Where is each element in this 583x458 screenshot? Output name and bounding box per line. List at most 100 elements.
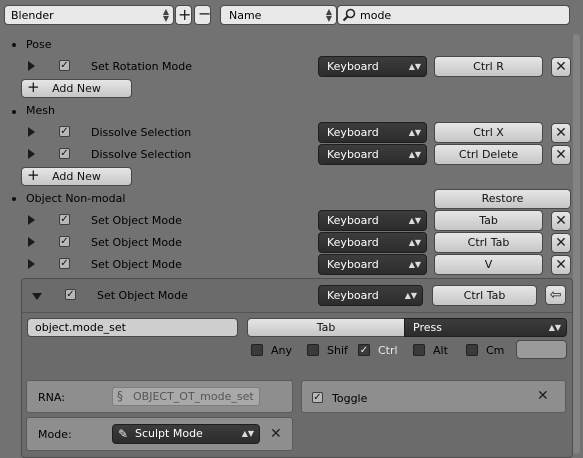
input-type-label: Keyboard [327,236,379,249]
mode-dropdown[interactable]: ✎ Sculpt Mode ▲▼ [112,424,260,444]
restore-button[interactable]: Restore [434,189,571,209]
remove-item-button[interactable]: ✕ [551,233,571,253]
filter-type-dropdown[interactable]: Name ▲ ▼ [220,5,337,25]
expand-triangle-icon[interactable] [28,61,35,71]
chevron-updown-icon: ▲▼ [162,7,169,23]
keymap-item-name: Set Rotation Mode [91,60,193,73]
rna-icon: § [117,389,123,403]
keymap-item-name: Set Object Mode [91,258,182,271]
key-binding-button[interactable]: Ctrl X [434,122,543,143]
key-modifier-field[interactable] [516,340,567,359]
alt-modifier-checkbox[interactable] [413,344,425,356]
section-title-pose: Pose [26,38,52,51]
collapse-triangle-icon[interactable] [32,293,42,300]
expand-triangle-icon[interactable] [28,149,35,159]
close-icon: ✕ [555,59,567,75]
close-icon[interactable]: ✕ [537,388,549,404]
expand-triangle-icon[interactable] [28,127,35,137]
input-type-dropdown[interactable]: Keyboard ▲▼ [318,285,423,306]
chevron-updown-icon: ▲▼ [408,128,421,137]
ctrl-modifier-checkbox[interactable]: ✓ [358,344,370,356]
remove-preset-button[interactable]: − [194,4,211,25]
enable-checkbox[interactable]: ✓ [59,214,70,225]
close-icon: ✕ [555,125,567,141]
enable-checkbox[interactable]: ✓ [59,148,70,159]
scrollbar-thumb[interactable] [573,34,580,454]
enable-checkbox[interactable]: ✓ [59,236,70,247]
section-title-object: Object Non-modal [26,192,126,205]
remove-item-button[interactable]: ✕ [551,57,571,77]
chevron-updown-icon: ▲▼ [408,62,421,71]
input-type-dropdown[interactable]: Keyboard ▲▼ [318,254,427,275]
input-type-label: Keyboard [327,258,379,271]
input-type-dropdown[interactable]: Keyboard ▲▼ [318,144,427,165]
chevron-updown-icon: ▲▼ [408,238,421,247]
section-bullet [12,197,16,201]
section-bullet [12,43,16,47]
enable-checkbox[interactable]: ✓ [65,289,76,300]
any-modifier-label: Any [271,344,293,357]
remove-item-button[interactable]: ✕ [551,255,571,275]
toggle-checkbox[interactable]: ✓ [312,392,323,403]
shift-modifier-checkbox[interactable] [307,344,319,356]
plus-icon: + [27,78,40,96]
enable-checkbox[interactable]: ✓ [59,126,70,137]
event-type-label: Press [413,321,442,334]
input-type-dropdown[interactable]: Keyboard ▲▼ [318,122,427,143]
chevron-updown-icon: ▲▼ [548,323,561,332]
search-input[interactable]: mode [337,5,570,25]
expanded-item-panel: ✓ Set Object Mode Keyboard ▲▼ Ctrl Tab ⇦… [21,278,573,458]
chevron-updown-icon: ▲▼ [408,260,421,269]
remove-item-button[interactable]: ✕ [551,145,571,165]
key-binding-button[interactable]: Ctrl Delete [434,144,543,165]
expand-triangle-icon[interactable] [28,259,35,269]
back-arrow-icon: ⇦ [549,287,562,303]
input-type-dropdown[interactable]: Keyboard ▲▼ [318,210,427,231]
add-new-button[interactable]: + Add New [21,79,132,98]
operator-id-field[interactable]: object.mode_set [27,318,238,337]
toggle-label: Toggle [332,392,368,405]
expand-triangle-icon[interactable] [28,237,35,247]
input-type-label: Keyboard [327,60,379,73]
search-value: mode [360,9,392,22]
key-binding-button[interactable]: Ctrl R [434,56,543,77]
input-type-dropdown[interactable]: Keyboard ▲▼ [318,232,427,253]
rna-box: RNA: § OBJECT_OT_mode_set [26,380,293,413]
input-type-dropdown[interactable]: Keyboard ▲▼ [318,56,427,77]
input-type-label: Keyboard [327,126,379,139]
close-icon[interactable]: ✕ [270,426,282,442]
close-icon: ✕ [555,257,567,273]
preset-label: Blender [11,9,54,22]
expand-triangle-icon[interactable] [28,215,35,225]
cmd-modifier-checkbox[interactable] [466,344,478,356]
remove-item-button[interactable]: ✕ [551,123,571,143]
close-icon: ✕ [555,235,567,251]
toggle-box: ✓ Toggle ✕ [301,380,566,413]
add-preset-button[interactable]: + [175,5,192,25]
operator-id-value: object.mode_set [35,321,126,334]
key-binding-button[interactable]: Ctrl Tab [434,232,543,253]
chevron-updown-icon: ▲▼ [241,429,254,438]
keymap-item-name: Dissolve Selection [91,148,192,161]
rna-field: § OBJECT_OT_mode_set [112,387,260,406]
enable-checkbox[interactable]: ✓ [59,60,70,71]
keymap-item-name: Set Object Mode [91,236,182,249]
key-type-button[interactable]: Tab [247,318,405,337]
alt-modifier-label: Alt [433,344,448,357]
remove-item-button[interactable]: ✕ [551,211,571,231]
enable-checkbox[interactable]: ✓ [59,258,70,269]
restore-item-button[interactable]: ⇦ [545,285,566,305]
key-binding-button[interactable]: Tab [434,210,543,231]
event-type-dropdown[interactable]: Press ▲▼ [404,318,567,337]
preset-dropdown[interactable]: Blender ▲ ▼ [4,5,174,25]
add-new-button[interactable]: + Add New [21,167,132,186]
key-binding-button[interactable]: V [434,254,543,275]
input-type-label: Keyboard [327,289,379,302]
plus-icon: + [27,166,40,184]
ctrl-modifier-label: Ctrl [378,344,398,357]
keymap-item-name: Set Object Mode [91,214,182,227]
keymap-item-name: Set Object Mode [97,289,188,302]
any-modifier-checkbox[interactable] [251,344,263,356]
cmd-modifier-label: Cm [486,344,505,357]
key-binding-button[interactable]: Ctrl Tab [432,285,537,306]
